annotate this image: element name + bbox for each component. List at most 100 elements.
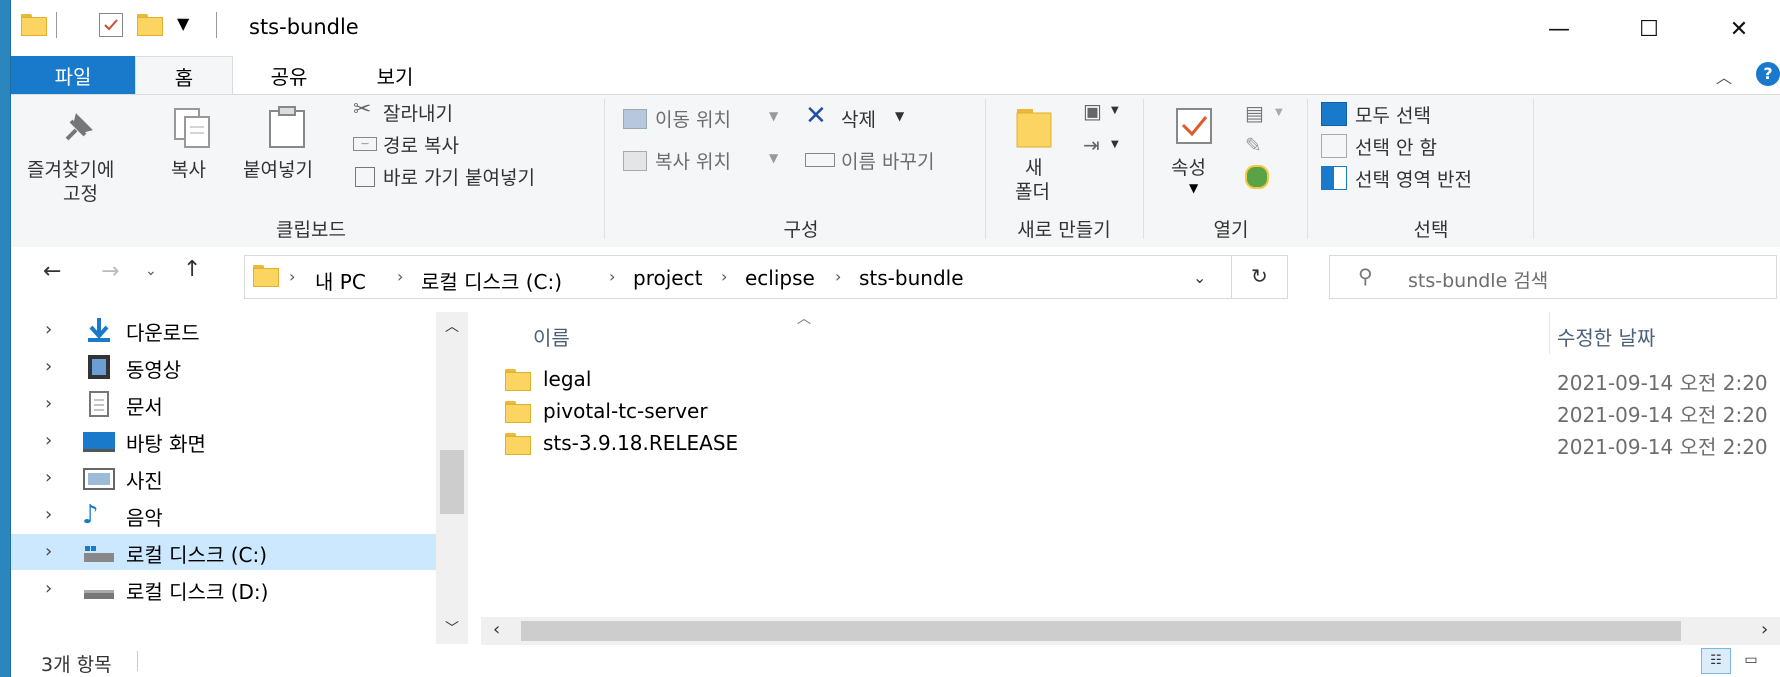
nav-vertical-scrollbar[interactable]: ︿ ﹀	[436, 312, 468, 644]
new-folder-qat-icon[interactable]	[137, 14, 163, 36]
nav-item-pictures[interactable]: › 사진	[11, 460, 436, 496]
nav-item-music[interactable]: › ♪ 음악	[11, 497, 436, 533]
new-item-button[interactable]: ▣ ▼	[1079, 97, 1127, 129]
navigation-pane: › 다운로드 › 동영상 › 문서 › 바탕 화면 › 사진 › ♪ 음악 › …	[11, 312, 454, 632]
expand-arrow-icon[interactable]: ›	[45, 356, 52, 377]
nav-item-desktop[interactable]: › 바탕 화면	[11, 423, 436, 459]
move-to-button[interactable]: 이동 위치 ▼	[621, 103, 791, 135]
refresh-icon[interactable]: ↻	[1251, 264, 1268, 288]
copy-to-icon	[623, 151, 647, 171]
tab-share[interactable]: 공유	[241, 56, 337, 94]
column-divider[interactable]	[1549, 312, 1550, 354]
expand-arrow-icon[interactable]: ›	[45, 541, 52, 562]
scroll-thumb[interactable]	[521, 621, 1681, 641]
copy-button[interactable]: 복사	[161, 101, 231, 211]
paste-label: 붙여넣기	[243, 159, 313, 181]
easy-access-icon: ⇥	[1083, 133, 1100, 157]
video-icon	[82, 353, 116, 381]
new-folder-icon	[1015, 107, 1053, 148]
scroll-thumb[interactable]	[440, 450, 464, 514]
tab-file[interactable]: 파일	[11, 56, 135, 94]
edit-button[interactable]: ✎	[1243, 133, 1273, 163]
maximize-button[interactable]: ☐	[1621, 8, 1677, 50]
back-button[interactable]: ←	[43, 259, 61, 284]
breadcrumb-this-pc[interactable]: 내 PC	[315, 266, 366, 295]
up-button[interactable]: ↑	[183, 257, 201, 282]
copy-path-button[interactable]: — 경로 복사	[351, 129, 601, 161]
select-all-button[interactable]: 모두 선택	[1319, 99, 1529, 129]
scroll-right-icon[interactable]: ›	[1761, 619, 1768, 640]
nav-item-downloads[interactable]: › 다운로드	[11, 312, 436, 348]
column-header-name[interactable]: 이름	[533, 322, 570, 351]
large-icons-view-icon[interactable]: ▭	[1737, 648, 1765, 672]
document-icon	[82, 390, 116, 418]
cut-button[interactable]: ✂ 잘라내기	[351, 97, 601, 129]
new-group-label: 새로 만들기	[1017, 219, 1111, 241]
file-name: pivotal-tc-server	[543, 399, 708, 423]
nav-item-documents[interactable]: › 문서	[11, 386, 436, 422]
breadcrumb-local-disk-c[interactable]: 로컬 디스크 (C:)	[421, 266, 562, 295]
breadcrumb-eclipse[interactable]: eclipse	[745, 266, 815, 290]
invert-selection-label: 선택 영역 반전	[1355, 169, 1472, 191]
open-button[interactable]: ▤ ▼	[1243, 101, 1293, 131]
expand-arrow-icon[interactable]: ›	[45, 393, 52, 414]
details-view-icon[interactable]: ☷	[1701, 648, 1731, 674]
column-header-modified[interactable]: 수정한 날짜	[1557, 322, 1655, 351]
scroll-up-icon[interactable]: ︿	[445, 316, 459, 336]
address-bar[interactable]: › 내 PC › 로컬 디스크 (C:) › project › eclipse…	[244, 255, 1288, 299]
paste-button[interactable]: 붙여넣기	[239, 101, 339, 211]
paste-shortcut-button[interactable]: 바로 가기 붙여넣기	[351, 161, 601, 193]
expand-arrow-icon[interactable]: ›	[45, 319, 52, 340]
expand-arrow-icon[interactable]: ›	[45, 430, 52, 451]
file-row[interactable]: pivotal-tc-server 2021-09-14 오전 2:20 파일 …	[481, 396, 1780, 428]
address-dropdown-icon[interactable]: ⌄	[1193, 268, 1206, 287]
sort-ascending-icon: ︿	[797, 311, 811, 327]
breadcrumb-sts-bundle[interactable]: sts-bundle	[859, 266, 964, 290]
tab-home[interactable]: 홈	[135, 56, 233, 95]
close-button[interactable]: ✕	[1711, 8, 1767, 50]
file-row[interactable]: legal 2021-09-14 오전 2:20 파일 폴더	[481, 364, 1780, 396]
tab-view[interactable]: 보기	[347, 56, 443, 94]
file-row[interactable]: sts-3.9.18.RELEASE 2021-09-14 오전 2:20 파일…	[481, 428, 1780, 460]
file-horizontal-scrollbar[interactable]: ‹ ›	[481, 617, 1780, 645]
recent-locations-button[interactable]: ⌄	[145, 263, 157, 279]
qat-customize-icon[interactable]: ▼	[177, 14, 189, 33]
new-folder-button[interactable]: 새 폴더	[1001, 101, 1071, 211]
nav-item-local-disk-c[interactable]: › 로컬 디스크 (C:)	[11, 534, 436, 570]
breadcrumb-project[interactable]: project	[633, 266, 702, 290]
chevron-down-icon: ▼	[895, 109, 905, 123]
chevron-down-icon: ▼	[1111, 105, 1119, 116]
copy-to-button[interactable]: 복사 위치 ▼	[621, 145, 791, 177]
select-none-icon	[1321, 134, 1347, 158]
invert-selection-button[interactable]: 선택 영역 반전	[1319, 163, 1539, 193]
music-icon: ♪	[82, 500, 99, 530]
properties-button[interactable]: 속성 ▼	[1161, 101, 1231, 211]
collapse-ribbon-icon[interactable]: ︿	[1716, 64, 1732, 88]
nav-label: 사진	[126, 469, 163, 493]
delete-button[interactable]: ✕ 삭제 ▼	[803, 101, 923, 135]
cut-label: 잘라내기	[383, 103, 453, 125]
chevron-down-icon: ▼	[1111, 139, 1119, 150]
select-none-button[interactable]: 선택 안 함	[1319, 131, 1529, 161]
scroll-left-icon[interactable]: ‹	[493, 619, 500, 640]
rename-button[interactable]: 이름 바꾸기	[803, 145, 983, 177]
expand-arrow-icon[interactable]: ›	[45, 578, 52, 599]
history-button[interactable]	[1243, 165, 1273, 195]
search-box[interactable]: ⚲ sts-bundle 검색	[1329, 255, 1777, 299]
forward-button[interactable]: →	[101, 259, 119, 284]
download-icon	[82, 316, 116, 344]
expand-arrow-icon[interactable]: ›	[45, 467, 52, 488]
chevron-down-icon: ▼	[769, 109, 779, 123]
pictures-icon	[82, 464, 116, 492]
help-icon[interactable]: ?	[1756, 62, 1780, 86]
minimize-button[interactable]: —	[1531, 8, 1587, 50]
status-bar: 3개 항목 ☷ ▭	[11, 645, 1780, 677]
nav-item-local-disk-d[interactable]: › 로컬 디스크 (D:)	[11, 571, 436, 607]
pin-to-quick-access-button[interactable]: 즐겨찾기에 고정	[19, 101, 129, 211]
properties-qat-icon[interactable]	[99, 13, 123, 37]
scroll-down-icon[interactable]: ﹀	[445, 618, 459, 638]
expand-arrow-icon[interactable]: ›	[45, 504, 52, 525]
easy-access-button[interactable]: ⇥ ▼	[1079, 131, 1127, 163]
search-placeholder: sts-bundle 검색	[1408, 270, 1549, 292]
nav-item-videos[interactable]: › 동영상	[11, 349, 436, 385]
